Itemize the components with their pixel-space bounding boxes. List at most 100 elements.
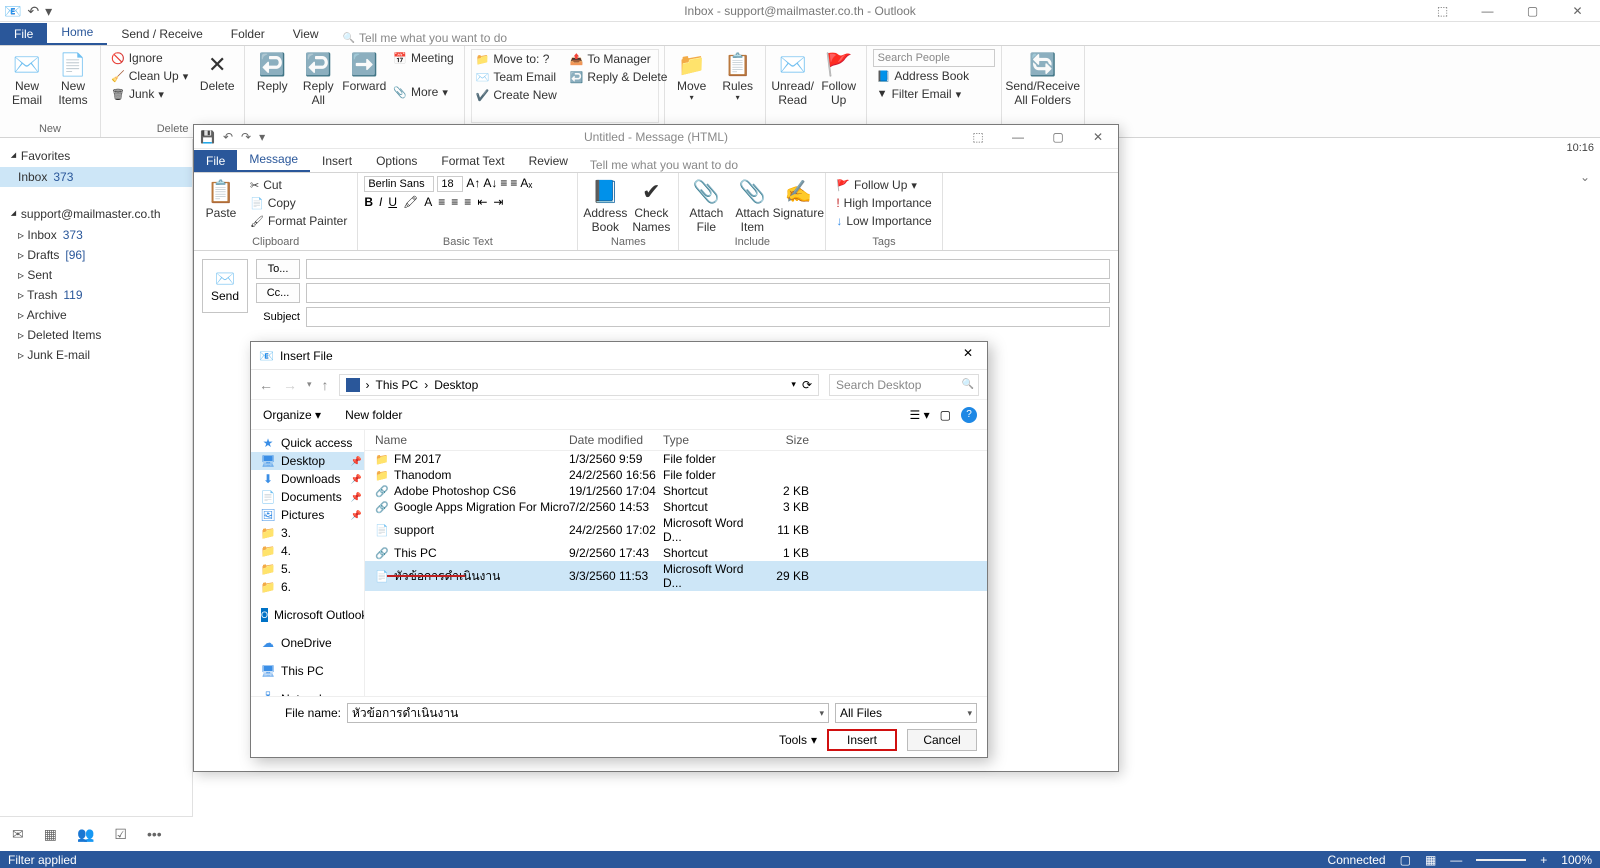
sidebar-item[interactable]: 📁3. bbox=[251, 524, 364, 542]
new-items-button[interactable]: 📄New Items bbox=[52, 49, 94, 107]
msg-tab-insert[interactable]: Insert bbox=[310, 150, 364, 172]
sidebar-item[interactable]: OMicrosoft Outlook bbox=[251, 606, 364, 624]
msg-ribbon-options-icon[interactable]: ⬚ bbox=[958, 125, 998, 149]
signature-btn[interactable]: ✍️Signature bbox=[777, 176, 819, 220]
copy-button[interactable]: 📄 Copy bbox=[246, 194, 351, 212]
zoom-in-icon[interactable]: + bbox=[1540, 853, 1547, 867]
breadcrumb[interactable]: › This PC › Desktop ▾ ⟳ bbox=[339, 374, 819, 396]
close-icon[interactable]: ✕ bbox=[1555, 0, 1600, 22]
delete-button[interactable]: ✕Delete bbox=[196, 49, 238, 93]
font-select[interactable]: Berlin Sans bbox=[364, 176, 434, 192]
help-icon[interactable]: ? bbox=[961, 407, 977, 423]
bullets-icon[interactable]: ≡ bbox=[500, 176, 507, 192]
account-header[interactable]: support@mailmaster.co.th bbox=[0, 203, 192, 225]
sidebar-item[interactable]: 🖥Desktop📌 bbox=[251, 452, 364, 470]
cleanup-button[interactable]: 🧹 Clean Up▾ bbox=[107, 67, 192, 85]
msg-maximize-icon[interactable]: ▢ bbox=[1038, 125, 1078, 149]
nav-people-icon[interactable]: 👥 bbox=[77, 826, 94, 843]
favorites-header[interactable]: Favorites bbox=[0, 145, 192, 167]
breadcrumb-pc[interactable]: This PC bbox=[376, 378, 419, 392]
view-mode-icon[interactable]: ☰ ▾ bbox=[910, 408, 930, 422]
cc-button[interactable]: Cc... bbox=[256, 283, 300, 303]
qs-reply-delete[interactable]: ↩️ Reply & Delete bbox=[566, 68, 660, 86]
folder-item[interactable]: ▹ Drafts[96] bbox=[0, 245, 192, 265]
paste-button[interactable]: 📋Paste bbox=[200, 176, 242, 220]
nav-more-icon[interactable]: ••• bbox=[147, 826, 162, 842]
msg-tab-message[interactable]: Message bbox=[237, 148, 310, 172]
nav-fwd-icon[interactable]: → bbox=[283, 377, 297, 393]
shrink-font-icon[interactable]: A↓ bbox=[483, 176, 497, 192]
indent-more-icon[interactable]: ⇥ bbox=[493, 195, 503, 209]
msg-close-icon[interactable]: ✕ bbox=[1078, 125, 1118, 149]
preview-pane-icon[interactable]: ▢ bbox=[940, 408, 951, 422]
ribbon-options-icon[interactable]: ⬚ bbox=[1420, 0, 1465, 22]
file-row[interactable]: 🔗Google Apps Migration For Microsoft Ou.… bbox=[365, 499, 987, 515]
msg-qat-more-icon[interactable]: ▾ bbox=[259, 130, 265, 144]
new-folder-button[interactable]: New folder bbox=[345, 408, 402, 422]
breadcrumb-refresh-icon[interactable]: ⟳ bbox=[802, 378, 812, 392]
sidebar-item[interactable]: 🖧Network bbox=[251, 690, 364, 696]
numbering-icon[interactable]: ≡ bbox=[510, 176, 517, 192]
nav-back-icon[interactable]: ← bbox=[259, 377, 273, 393]
tab-home[interactable]: Home bbox=[47, 21, 107, 45]
folder-item[interactable]: ▹ Junk E-mail bbox=[0, 345, 192, 365]
qs-team-email[interactable]: ✉️ Team Email bbox=[472, 68, 566, 86]
reply-all-button[interactable]: ↩️Reply All bbox=[297, 49, 339, 107]
sidebar-item[interactable]: 📁4. bbox=[251, 542, 364, 560]
tab-view[interactable]: View bbox=[279, 23, 333, 45]
italic-icon[interactable]: I bbox=[379, 195, 382, 209]
undo-icon[interactable]: ↶ bbox=[27, 3, 39, 20]
tab-folder[interactable]: Folder bbox=[217, 23, 279, 45]
dialog-close-icon[interactable]: ✕ bbox=[953, 346, 983, 360]
font-color-icon[interactable]: A bbox=[424, 195, 432, 209]
folder-item[interactable]: ▹ Deleted Items bbox=[0, 325, 192, 345]
more-respond-button[interactable]: 📎 More▾ bbox=[389, 83, 457, 101]
ignore-button[interactable]: 🚫 Ignore bbox=[107, 49, 192, 67]
status-view-reading-icon[interactable]: ▦ bbox=[1425, 853, 1436, 867]
junk-button[interactable]: 🗑 Junk▾ bbox=[107, 85, 192, 103]
attach-item-btn[interactable]: 📎Attach Item bbox=[731, 176, 773, 234]
sidebar-item[interactable]: ⬇Downloads📌 bbox=[251, 470, 364, 488]
status-view-normal-icon[interactable]: ▢ bbox=[1400, 853, 1411, 867]
nav-calendar-icon[interactable]: ▦ bbox=[44, 826, 57, 843]
new-mail-icon[interactable]: 📧 bbox=[4, 3, 21, 20]
nav-up-icon[interactable]: ↑ bbox=[322, 377, 329, 393]
file-row[interactable]: 📁FM 2017 1/3/2560 9:59 File folder bbox=[365, 451, 987, 467]
clear-format-icon[interactable]: Aₓ bbox=[520, 176, 532, 192]
address-book-button[interactable]: 📘 Address Book bbox=[873, 67, 995, 85]
msg-tell-me[interactable]: Tell me what you want to do bbox=[590, 158, 738, 172]
search-people-input[interactable]: Search People bbox=[873, 49, 995, 67]
unread-button[interactable]: ✉️Unread/ Read bbox=[772, 49, 814, 107]
meeting-button[interactable]: 📅 Meeting bbox=[389, 49, 457, 67]
to-button[interactable]: To... bbox=[256, 259, 300, 279]
insert-button[interactable]: Insert bbox=[827, 729, 897, 751]
move-button[interactable]: 📁Move▾ bbox=[671, 49, 713, 102]
reply-button[interactable]: ↩️Reply bbox=[251, 49, 293, 93]
bold-icon[interactable]: B bbox=[364, 195, 373, 209]
collapse-ribbon-icon[interactable]: ⌄ bbox=[1580, 170, 1590, 184]
check-names-btn[interactable]: ✔Check Names bbox=[630, 176, 672, 234]
folder-item[interactable]: ▹ Sent bbox=[0, 265, 192, 285]
zoom-out-icon[interactable]: — bbox=[1450, 853, 1462, 867]
filter-email-button[interactable]: ▼ Filter Email▾ bbox=[873, 85, 995, 103]
folder-item[interactable]: ▹ Archive bbox=[0, 305, 192, 325]
nav-mail-icon[interactable]: ✉ bbox=[12, 826, 24, 843]
nav-recent-icon[interactable]: ▾ bbox=[307, 379, 312, 390]
forward-button[interactable]: ➡️Forward bbox=[343, 49, 385, 93]
dialog-search-input[interactable]: Search Desktop bbox=[829, 374, 979, 396]
sidebar-item[interactable]: 🖼Pictures📌 bbox=[251, 506, 364, 524]
msg-tab-file[interactable]: File bbox=[194, 150, 237, 172]
file-list-header[interactable]: Name Date modified Type Size bbox=[365, 430, 987, 451]
msg-tab-options[interactable]: Options bbox=[364, 150, 429, 172]
font-size-select[interactable]: 18 bbox=[437, 176, 463, 192]
sidebar-item[interactable]: 📁6. bbox=[251, 578, 364, 596]
favorites-inbox[interactable]: Inbox 373 bbox=[0, 167, 192, 187]
new-email-button[interactable]: ✉️New Email bbox=[6, 49, 48, 107]
nav-tasks-icon[interactable]: ☑ bbox=[114, 826, 127, 843]
qs-moveto[interactable]: 📁 Move to: ? bbox=[472, 50, 566, 68]
cut-button[interactable]: ✂ Cut bbox=[246, 176, 351, 194]
high-importance-btn[interactable]: ! High Importance bbox=[832, 194, 935, 212]
msg-tab-review[interactable]: Review bbox=[517, 150, 580, 172]
align-center-icon[interactable]: ≡ bbox=[451, 195, 458, 209]
tools-button[interactable]: Tools ▾ bbox=[779, 733, 817, 747]
